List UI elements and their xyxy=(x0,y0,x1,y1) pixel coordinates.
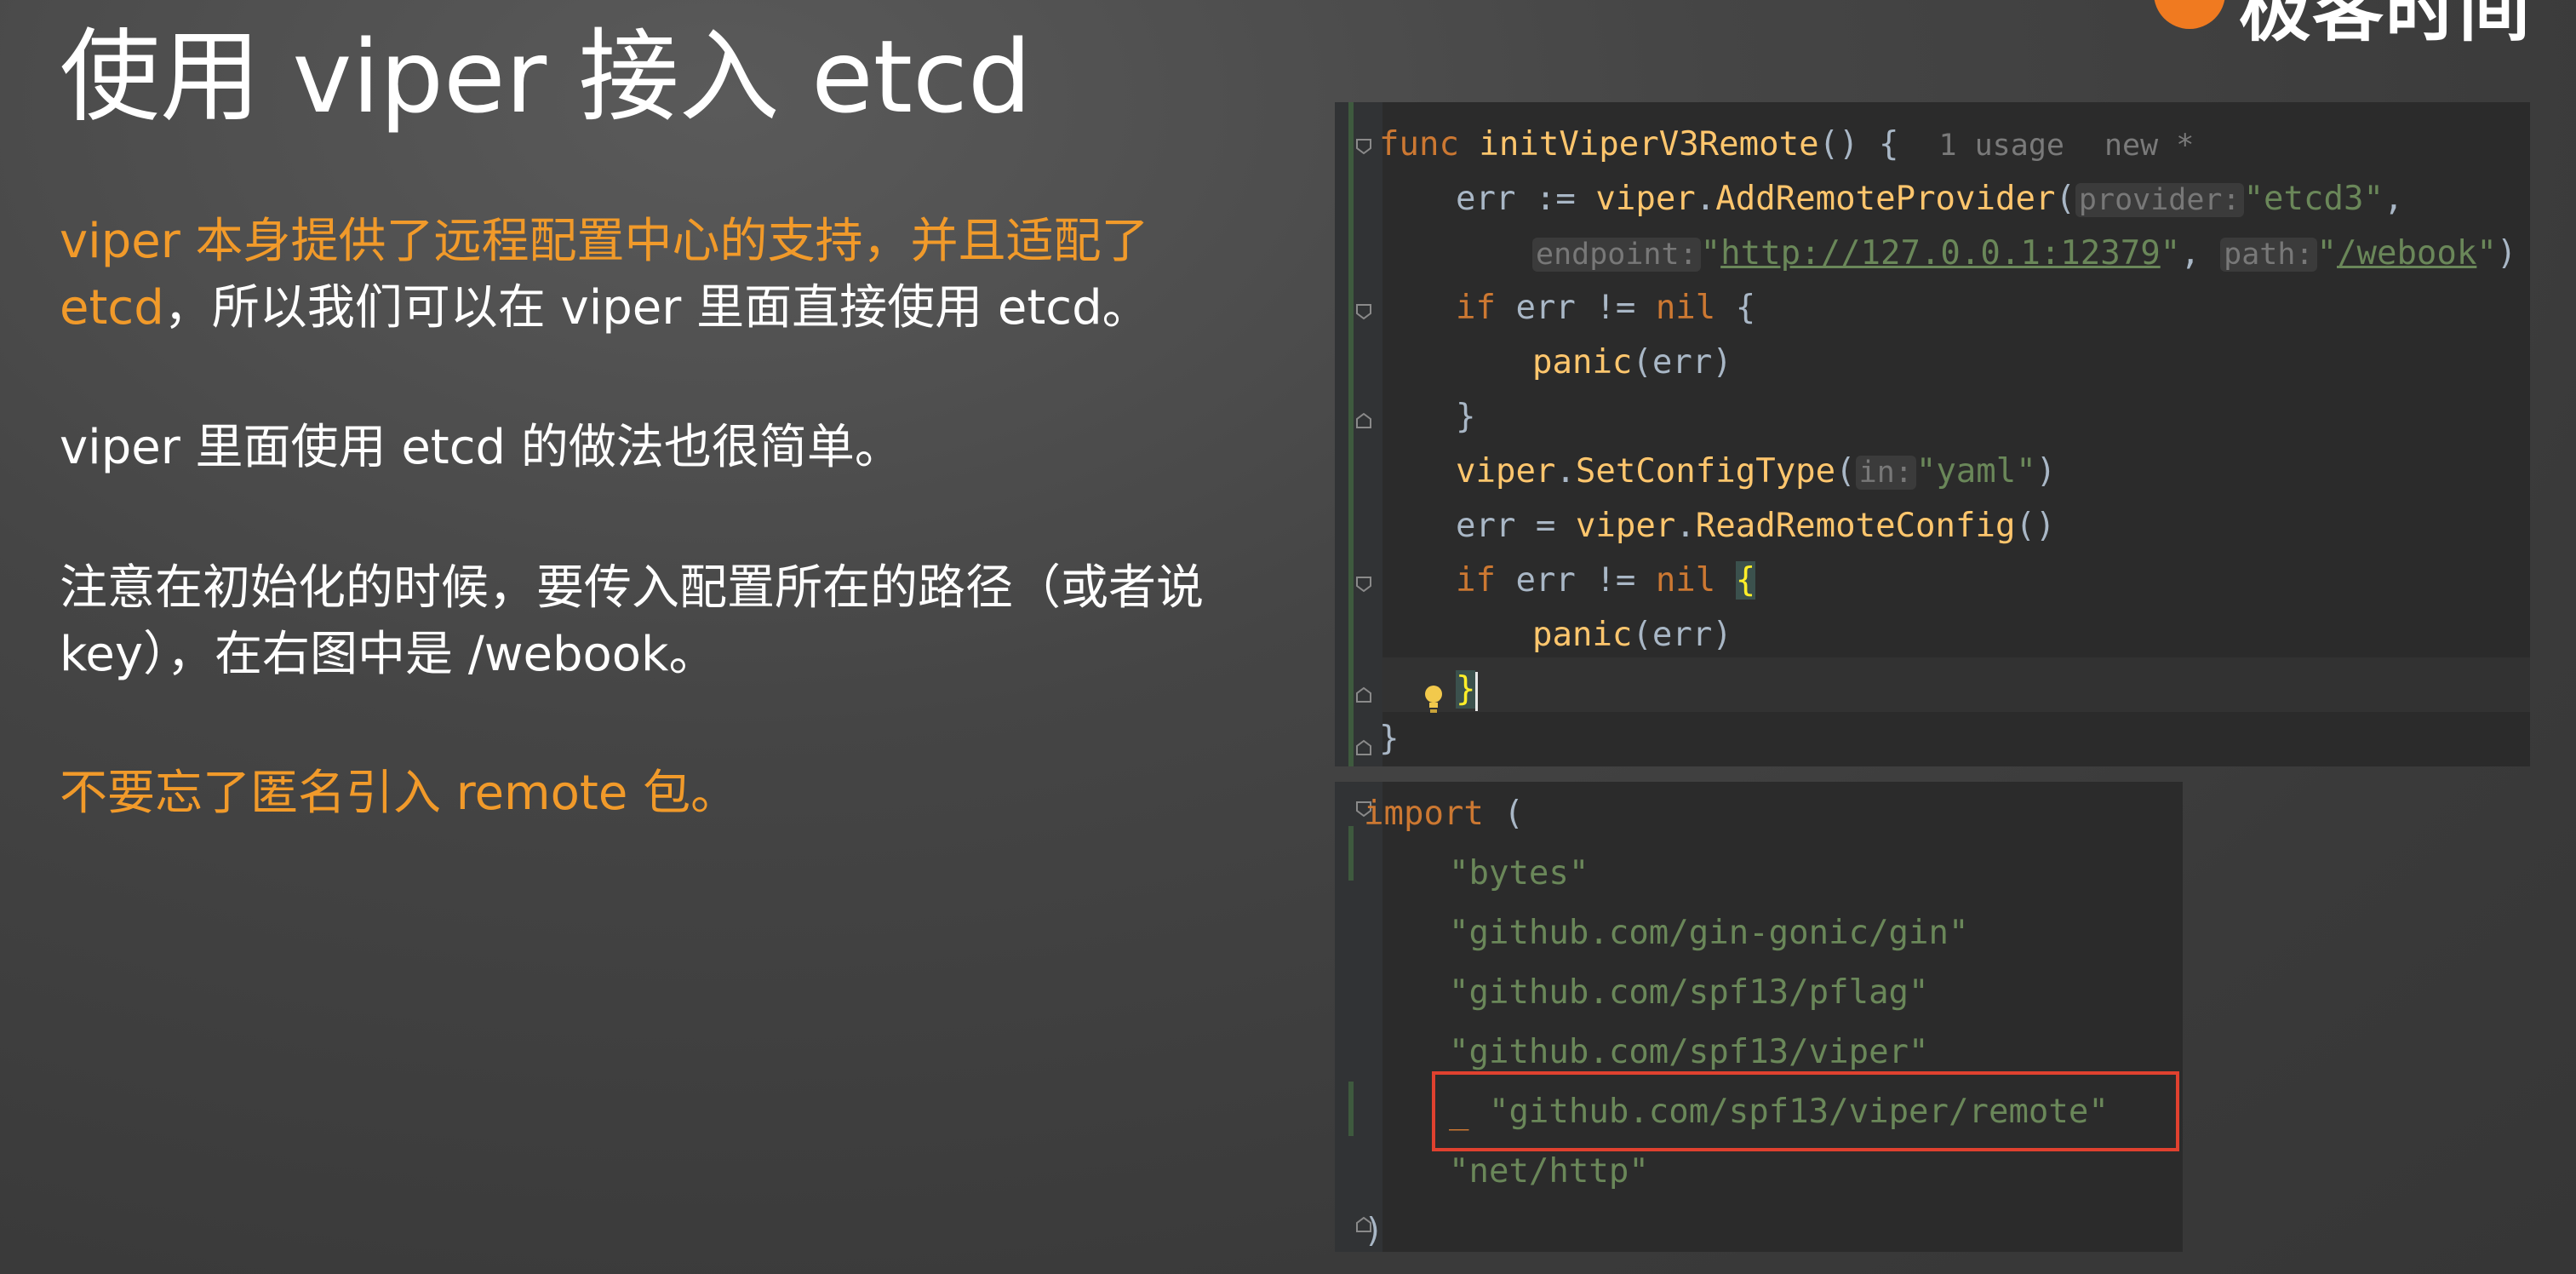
code-line: err := viper.AddRemoteProvider(provider:… xyxy=(1456,180,2404,218)
code-line: import ( xyxy=(1364,795,1524,833)
logo-text: 极客时间 xyxy=(2239,0,2533,51)
code-line: viper.SetConfigType(in: "yaml") xyxy=(1456,452,2057,491)
paragraph-remote-import-reminder: 不要忘了匿名引入 remote 包。 xyxy=(60,766,739,821)
text-cursor xyxy=(1475,671,1479,711)
vcs-change-marker xyxy=(1348,102,1354,766)
code-line: } xyxy=(1456,398,1476,436)
fold-icon[interactable] xyxy=(1355,138,1372,155)
code-line: err = viper.ReadRemoteConfig() xyxy=(1456,507,2056,545)
matched-brace: { xyxy=(1735,561,1756,600)
paragraph-simple-usage: viper 里面使用 etcd 的做法也很简单。 xyxy=(60,420,902,475)
fold-icon[interactable] xyxy=(1355,303,1372,320)
author-hint[interactable]: new * xyxy=(2104,129,2194,163)
code-editor-imports: import ( "bytes" "github.com/gin-gonic/g… xyxy=(1335,782,2183,1252)
editor-gutter xyxy=(1335,782,1382,1252)
paragraph-path-note: 注意在初始化的时候，要传入配置所在的路径（或者说 key），在右图中是 /web… xyxy=(60,560,1204,682)
code-line: if err != nil { xyxy=(1456,289,1756,327)
code-line: panic(err) xyxy=(1532,343,1732,382)
path-value: /webook xyxy=(2337,234,2477,273)
code-line: panic(err) xyxy=(1532,616,1732,654)
body-text: ，所以我们可以在 viper 里面直接使用 etcd。 xyxy=(163,280,1150,336)
remote-import-highlight-box xyxy=(1432,1071,2179,1151)
fold-icon[interactable] xyxy=(1355,739,1372,756)
param-hint: provider: xyxy=(2075,183,2244,217)
fold-icon[interactable] xyxy=(1355,412,1372,429)
import-line: "net/http" xyxy=(1449,1152,1649,1191)
code-line: if err != nil { xyxy=(1456,561,1756,600)
paragraph-remote-support: viper 本身提供了远程配置中心的支持，并且适配了 etcd，所以我们可以在 … xyxy=(60,209,1251,341)
code-editor-init-function: func initViperV3Remote() { 1 usage new *… xyxy=(1335,102,2530,766)
import-line: "github.com/gin-gonic/gin" xyxy=(1449,914,1969,952)
logo-mark-icon xyxy=(2154,0,2225,29)
param-hint: path: xyxy=(2220,238,2317,272)
code-line: ) xyxy=(1364,1212,1384,1250)
code-line: func initViperV3Remote() { 1 usage new * xyxy=(1379,125,2195,164)
param-hint: endpoint: xyxy=(1532,238,1701,272)
fold-icon[interactable] xyxy=(1355,686,1372,703)
matched-brace: } xyxy=(1456,670,1476,709)
param-hint: in: xyxy=(1855,456,1916,490)
vcs-change-marker xyxy=(1348,826,1354,881)
editor-gutter xyxy=(1335,102,1382,766)
current-line-highlight xyxy=(1382,657,2530,712)
import-line: "bytes" xyxy=(1449,854,1589,892)
vcs-change-marker xyxy=(1348,1082,1354,1136)
code-line: endpoint: "http://127.0.0.1:12379", path:… xyxy=(1532,227,2516,281)
brand-logo: 极客时间 xyxy=(2154,0,2571,51)
import-line: "github.com/spf13/pflag" xyxy=(1449,973,1929,1012)
fold-icon[interactable] xyxy=(1355,576,1372,593)
slide-title: 使用 viper 接入 etcd xyxy=(60,18,1032,135)
usage-hint[interactable]: 1 usage xyxy=(1938,129,2064,163)
code-line[interactable]: } xyxy=(1456,663,1479,717)
endpoint-url[interactable]: http://127.0.0.1:12379 xyxy=(1720,234,2161,273)
code-line: } xyxy=(1379,720,1400,758)
lightbulb-icon[interactable] xyxy=(1389,668,1442,713)
